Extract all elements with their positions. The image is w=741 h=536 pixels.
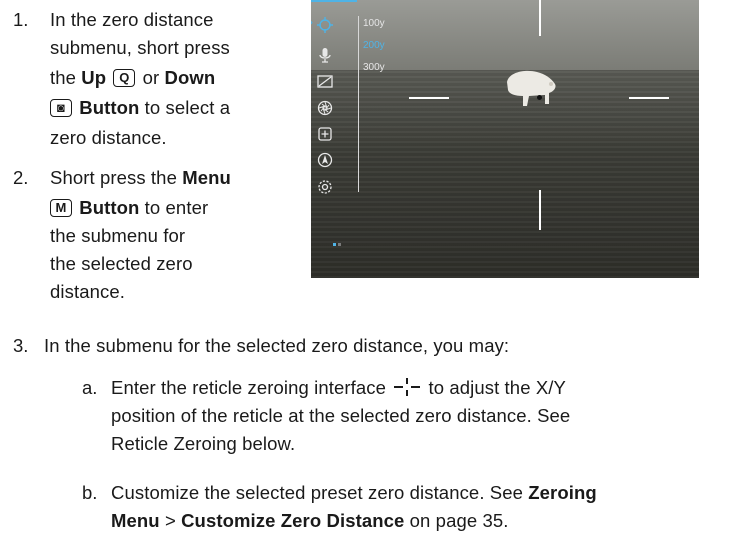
reticle-right-line <box>629 97 669 99</box>
add-square-icon <box>318 127 332 141</box>
step-number: 3. <box>13 335 29 356</box>
step-text: distance. <box>50 281 125 302</box>
status-indicator <box>333 243 336 246</box>
down-key-icon: ◙ <box>50 99 72 117</box>
zero-distance-option[interactable]: 100y <box>363 18 385 30</box>
step-text: submenu, short press <box>50 37 230 58</box>
substep-letter: b. <box>82 482 98 503</box>
status-indicator <box>338 243 341 246</box>
menu-top-bar <box>311 0 357 2</box>
substep-text: Enter the reticle zeroing interface to a… <box>111 377 566 398</box>
substep-text: Customize the selected preset zero dista… <box>111 482 597 503</box>
step-text: the selected zero <box>50 253 193 274</box>
reticle-center-dot <box>537 95 542 100</box>
menu-link: Menu <box>111 510 160 531</box>
zero-target-icon <box>317 17 333 33</box>
up-label: Up <box>81 67 107 88</box>
step-text: In the submenu for the selected zero dis… <box>44 335 510 356</box>
zero-distance-option[interactable]: 300y <box>363 62 385 74</box>
step-text: In the zero distance <box>50 9 214 30</box>
microphone-icon <box>319 48 331 63</box>
menu-key-icon: M <box>50 199 72 217</box>
step-text: zero distance. <box>50 127 167 148</box>
scope-view-image: › 100y 200y 300y <box>311 0 699 278</box>
menu-label: Menu <box>182 167 231 188</box>
step-text: ◙ Button to select a <box>50 96 230 120</box>
substep-text: position of the reticle at the selected … <box>111 405 571 426</box>
picture-in-picture-icon <box>317 75 333 88</box>
up-key-icon: Q <box>113 69 136 87</box>
step-text: M Button to enter <box>50 196 208 220</box>
animal-silhouette <box>507 70 556 106</box>
compass-icon <box>317 152 333 168</box>
button-word: Button <box>79 97 140 118</box>
substep-text: Reticle Zeroing below. <box>111 433 296 454</box>
zeroing-link: Zeroing <box>528 482 597 503</box>
menu-divider <box>358 16 359 192</box>
step-text: Short press the Menu <box>50 167 231 188</box>
menu-selection-arrow: › <box>311 15 313 29</box>
customize-zero-distance-link: Customize Zero Distance <box>181 510 405 531</box>
substep-text: Menu > Customize Zero Distance on page 3… <box>111 510 509 531</box>
reticle-bottom-line <box>539 190 541 230</box>
substep-letter: a. <box>82 377 98 398</box>
step-number: 1. <box>13 9 29 30</box>
step-text: the Up Q or Down <box>50 67 216 88</box>
reticle-top-line <box>539 0 541 36</box>
settings-gear-icon <box>318 180 332 194</box>
aperture-icon <box>317 100 333 116</box>
reticle-zeroing-icon <box>394 378 421 396</box>
down-label: Down <box>164 67 216 88</box>
step-number: 2. <box>13 167 29 188</box>
button-word: Button <box>79 197 140 218</box>
step-text: the submenu for <box>50 225 186 246</box>
reticle-left-line <box>409 97 449 99</box>
scope-sky <box>311 0 699 70</box>
zero-distance-option-selected[interactable]: 200y <box>363 40 385 52</box>
